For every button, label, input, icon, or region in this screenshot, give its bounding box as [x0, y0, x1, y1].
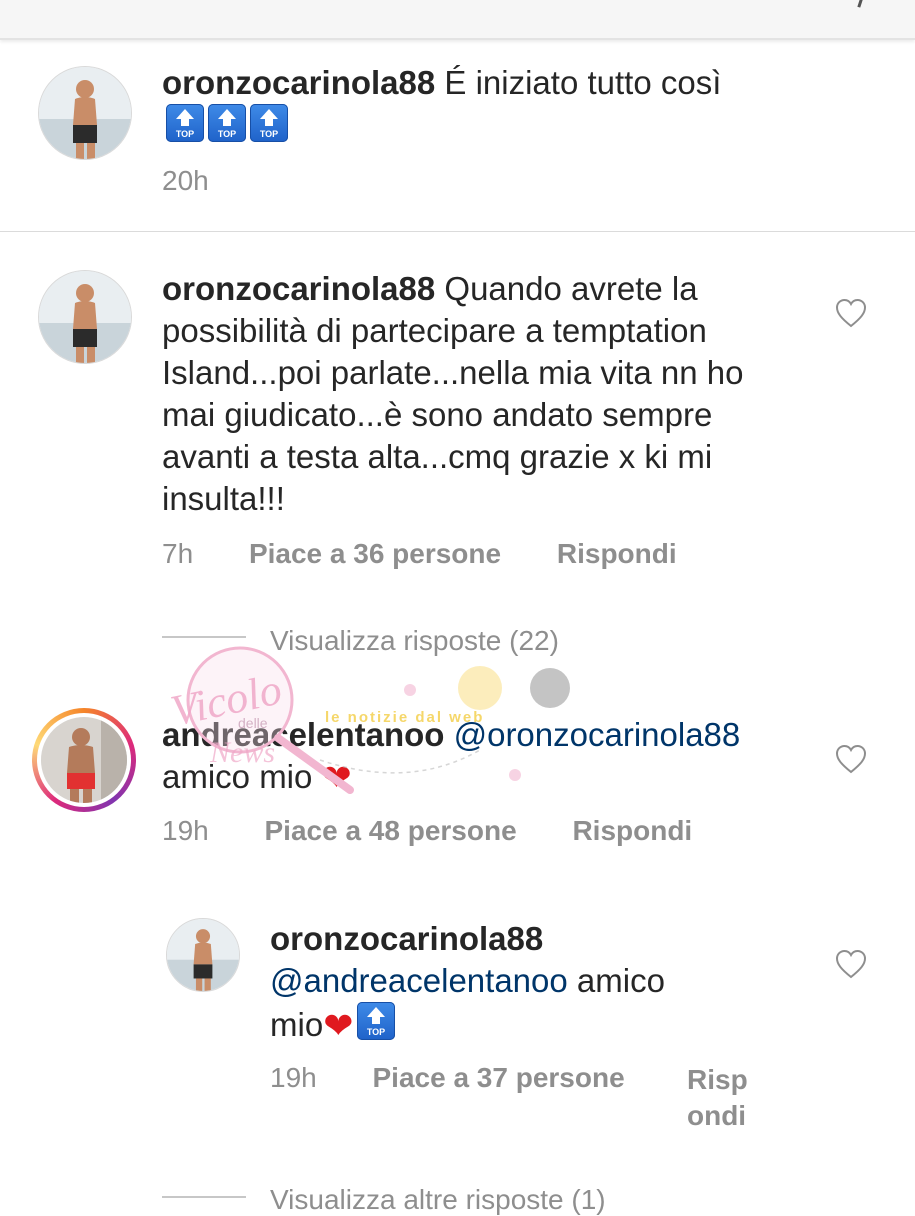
- avatar[interactable]: [38, 66, 132, 160]
- divider: [0, 231, 915, 232]
- timestamp: 19h: [270, 1062, 317, 1093]
- top-bar: [0, 0, 915, 40]
- mention-link[interactable]: @andreacelentanoo: [270, 962, 568, 999]
- mention-link[interactable]: @oronzocarinola88: [454, 716, 741, 753]
- likes-count[interactable]: Piace a 37 persone: [373, 1062, 625, 1093]
- comment-line: Island...poi parlate...nella mia vita nn…: [162, 354, 744, 391]
- view-replies-button[interactable]: Visualizza risposte (22): [270, 625, 559, 657]
- likes-count[interactable]: Piace a 48 persone: [265, 815, 517, 846]
- timestamp: 7h: [162, 538, 194, 569]
- username[interactable]: andreacelentanoo: [162, 716, 444, 753]
- red-heart-icon: ❤: [321, 757, 352, 798]
- comment-body: amico: [576, 962, 665, 999]
- top-arrow-icon: TOP: [166, 104, 204, 142]
- comment-line: insulta!!!: [162, 480, 285, 517]
- likes-count[interactable]: Piace a 36 persone: [249, 538, 501, 569]
- reply-label: Risp: [687, 1064, 748, 1095]
- comment-text: oronzocarinola88 @andreacelentanoo amico…: [270, 918, 790, 1046]
- comment-line: Quando avrete la: [444, 270, 698, 307]
- avatar[interactable]: [41, 717, 127, 803]
- svg-text:TOP: TOP: [218, 129, 236, 139]
- comment-body: amico mio: [162, 758, 313, 795]
- view-replies-line: [162, 1196, 246, 1198]
- avatar[interactable]: [38, 270, 132, 364]
- comment-body: É iniziato tutto così: [444, 64, 722, 101]
- comment-line: mai giudicato...è sono andato sempre: [162, 396, 713, 433]
- comment-meta: 7h Piace a 36 persone Rispondi: [162, 538, 677, 570]
- reply-label: ondi: [687, 1100, 747, 1131]
- reply-button[interactable]: Risp ondi: [687, 1062, 748, 1134]
- comment-text: andreacelentanoo @oronzocarinola88 amico…: [162, 714, 812, 798]
- comment-text: oronzocarinola88 É iniziato tutto così TO…: [162, 62, 722, 148]
- username[interactable]: oronzocarinola88: [162, 270, 435, 307]
- comment-meta: 20h: [162, 165, 209, 197]
- comment-meta: 19h Piace a 48 persone Rispondi: [162, 815, 692, 847]
- comment-body: mio: [270, 1006, 324, 1043]
- view-more-replies-button[interactable]: Visualizza altre risposte (1): [270, 1184, 606, 1216]
- reply-button[interactable]: Rispondi: [557, 538, 677, 569]
- timestamp: 19h: [162, 815, 209, 846]
- partial-icon: [847, 0, 866, 8]
- avatar[interactable]: [166, 918, 240, 992]
- comment-meta: 19h Piace a 37 persone: [270, 1062, 625, 1094]
- timestamp: 20h: [162, 165, 209, 196]
- like-heart-icon[interactable]: [835, 298, 867, 328]
- red-heart-icon: ❤: [323, 1005, 354, 1046]
- svg-text:TOP: TOP: [367, 1027, 385, 1037]
- username[interactable]: oronzocarinola88: [270, 920, 543, 957]
- view-replies-line: [162, 636, 246, 638]
- svg-text:TOP: TOP: [176, 129, 194, 139]
- comment-line: possibilità di partecipare a temptation: [162, 312, 707, 349]
- top-arrow-icon: TOP: [208, 104, 246, 142]
- like-heart-icon[interactable]: [835, 949, 867, 979]
- comment-text: oronzocarinola88 Quando avrete la possib…: [162, 268, 812, 520]
- svg-text:TOP: TOP: [260, 129, 278, 139]
- reply-button[interactable]: Rispondi: [572, 815, 692, 846]
- story-ring-avatar[interactable]: [32, 708, 136, 812]
- top-arrow-icon: TOP: [357, 1002, 396, 1040]
- username[interactable]: oronzocarinola88: [162, 64, 435, 101]
- like-heart-icon[interactable]: [835, 744, 867, 774]
- top-arrow-icon: TOP: [250, 104, 288, 142]
- comment-line: avanti a testa alta...cmq grazie x ki mi: [162, 438, 713, 475]
